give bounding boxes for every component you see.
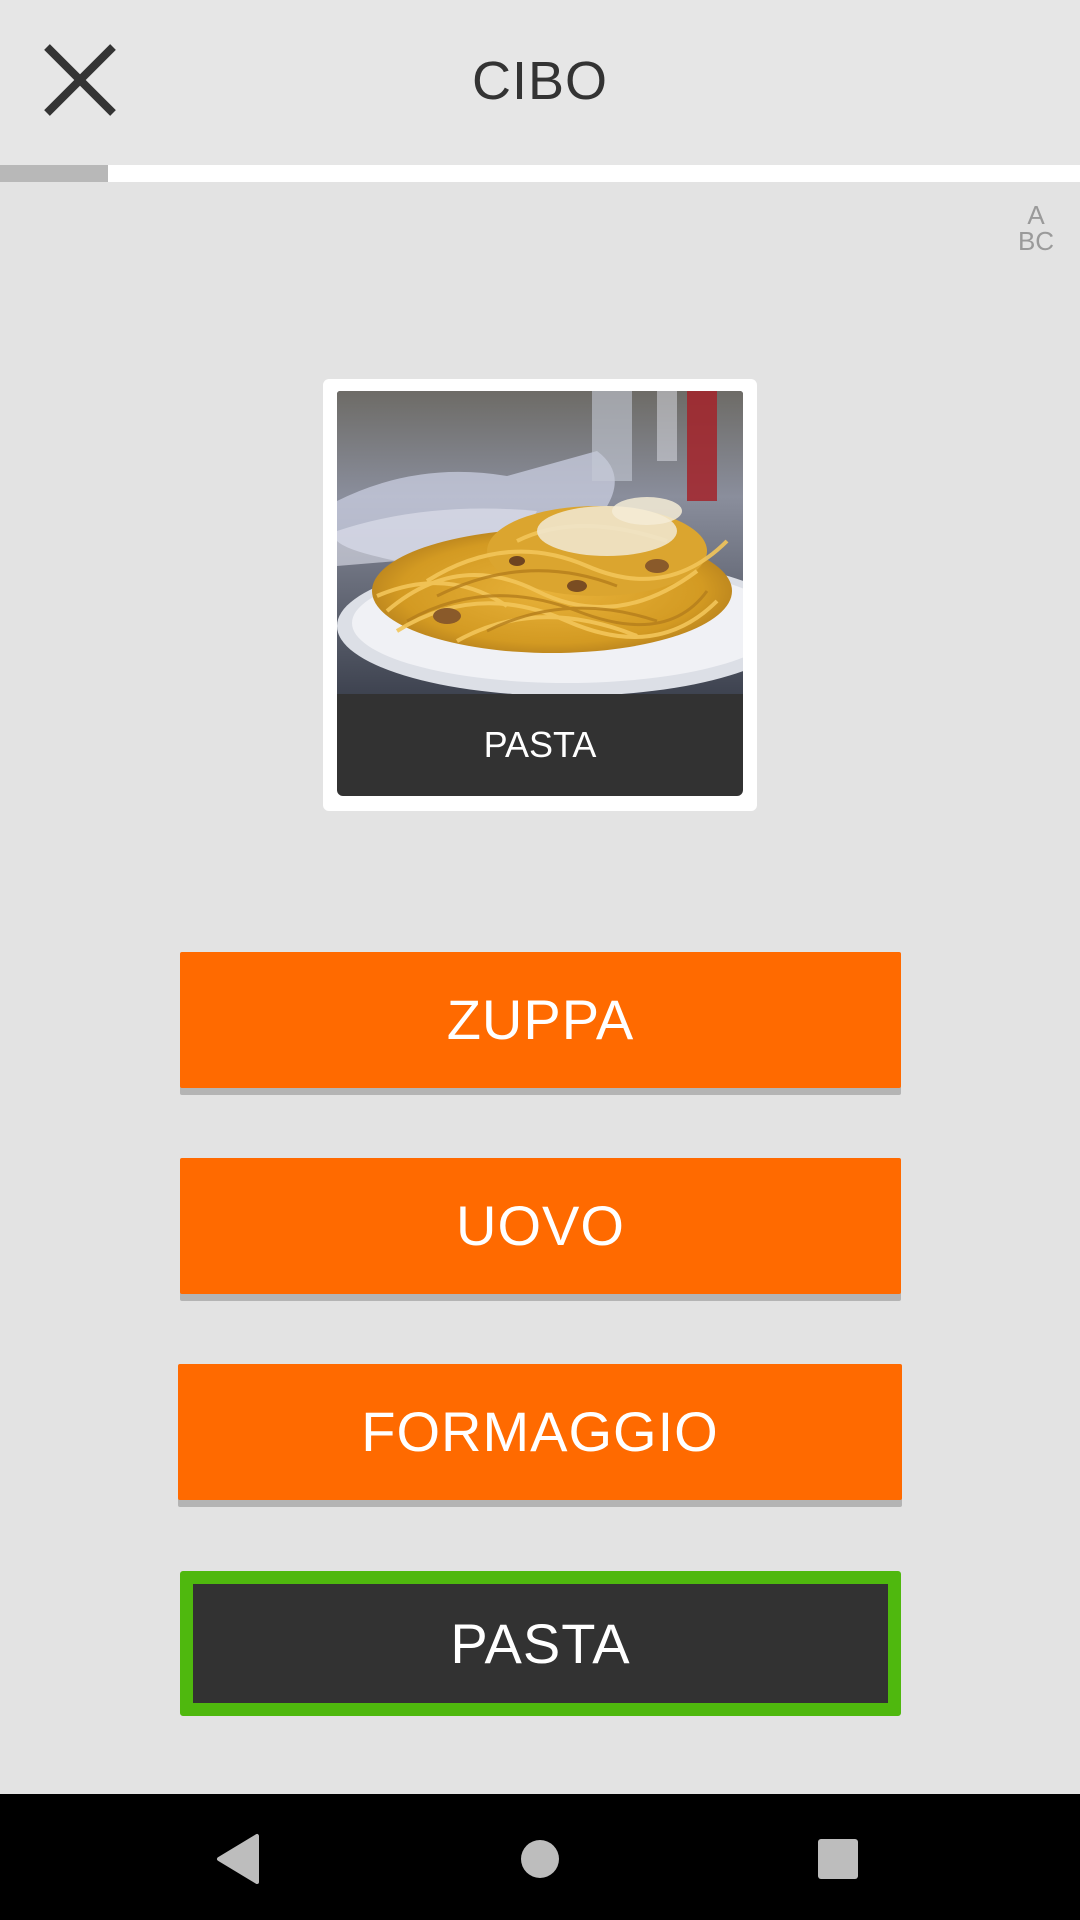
abc-icon-line2: BC	[1017, 226, 1055, 256]
card-caption: PASTA	[337, 694, 743, 796]
back-triangle-icon	[217, 1834, 259, 1884]
system-navigation-bar	[0, 1794, 1080, 1920]
top-bar: CIBO	[0, 0, 1080, 165]
answer-button-formaggio[interactable]: FORMAGGIO	[178, 1364, 902, 1500]
spaghetti-plate-photo	[337, 391, 743, 694]
abc-icon-line1: A	[1027, 200, 1045, 230]
text-script-toggle[interactable]: A BC	[1008, 200, 1064, 260]
answer-button-pasta-correct[interactable]: PASTA	[180, 1571, 901, 1716]
question-card: PASTA	[323, 379, 757, 811]
lesson-progress-bar	[0, 165, 1080, 182]
recents-button[interactable]	[803, 1824, 873, 1894]
answer-button-zuppa[interactable]: ZUPPA	[180, 952, 901, 1088]
progress-fill	[0, 165, 108, 182]
home-circle-icon	[521, 1840, 559, 1878]
page-title: CIBO	[471, 51, 609, 111]
home-button[interactable]	[505, 1824, 575, 1894]
answer-button-uovo[interactable]: UOVO	[180, 1158, 901, 1294]
recents-square-icon	[818, 1839, 858, 1879]
quiz-area: A BC PASTA ZUPPA UOVO FORMAGGIO PASTA	[0, 182, 1080, 1794]
back-button[interactable]	[203, 1824, 273, 1894]
